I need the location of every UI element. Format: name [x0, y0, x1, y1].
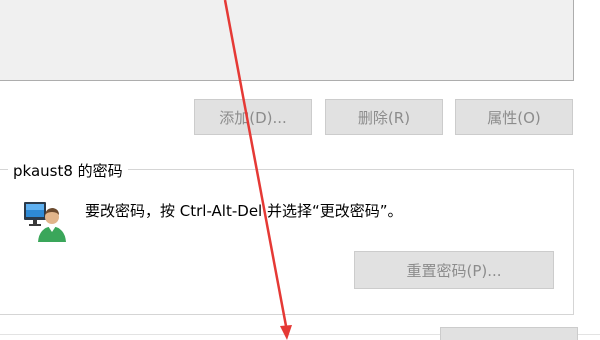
bottom-partial-button[interactable]	[440, 327, 578, 340]
user-monitor-icon	[22, 198, 68, 244]
password-group-title: pkaust8 的密码	[8, 160, 128, 181]
properties-button[interactable]: 属性(O)	[455, 99, 573, 135]
remove-user-button[interactable]: 删除(R)	[325, 99, 443, 135]
reset-password-button[interactable]: 重置密码(P)...	[354, 251, 554, 289]
remove-user-button-label: 删除(R)	[357, 108, 411, 127]
reset-password-button-label: 重置密码(P)...	[406, 261, 502, 280]
change-password-instruction: 要改密码，按 Ctrl-Alt-Del 并选择“更改密码”。	[85, 202, 403, 220]
add-user-button[interactable]: 添加(D)...	[194, 99, 312, 135]
add-user-button-label: 添加(D)...	[219, 108, 287, 127]
user-accounts-dialog: 添加(D)... 删除(R) 属性(O) pkaust8 的密码 要改密码，按 …	[0, 0, 600, 340]
password-group-box	[0, 169, 574, 315]
user-list[interactable]	[0, 0, 574, 81]
properties-button-label: 属性(O)	[487, 108, 541, 127]
